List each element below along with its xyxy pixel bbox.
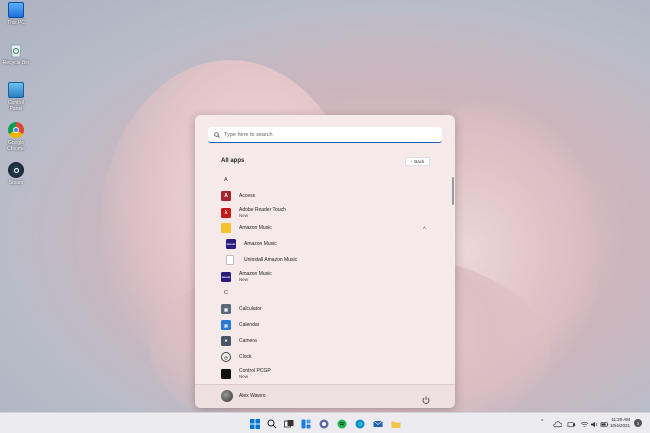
access-icon: A [221, 191, 231, 201]
document-icon [226, 255, 234, 265]
recycle-bin-icon [8, 42, 24, 58]
show-hidden-icons-button[interactable]: ^ [541, 419, 543, 425]
monitor-icon [8, 2, 24, 18]
letter-header-a[interactable]: A [224, 177, 228, 183]
cloud-icon [552, 420, 562, 427]
camera-icon [567, 421, 575, 427]
search-icon [267, 419, 277, 429]
app-list: A A Access λ Adobe Reader Touch New Amaz… [195, 115, 455, 408]
desktop-icon-this-pc[interactable]: This PC [2, 2, 30, 26]
app-name: Amazon Music [244, 241, 277, 247]
folder-icon [221, 223, 231, 233]
desktop-icon-control-panel[interactable]: Control Panel [2, 82, 30, 112]
spotify-icon [337, 419, 347, 429]
spotify-button[interactable] [336, 418, 348, 430]
app-item-amazon-music-new[interactable]: music Amazon Music New [221, 271, 272, 283]
chat-icon [319, 419, 329, 429]
file-explorer-button[interactable] [390, 418, 402, 430]
camera-icon: ● [221, 336, 231, 346]
app-name: Uninstall Amazon Music [244, 257, 298, 263]
mail-button[interactable] [372, 418, 384, 430]
app-name: Calendar [239, 322, 260, 328]
desktop-icon-label: Google Chrome [7, 140, 25, 152]
widgets-icon [301, 419, 311, 429]
calculator-icon: ▦ [221, 304, 231, 314]
control-pcgp-icon [221, 369, 231, 379]
power-icon [422, 396, 430, 404]
app-name: Amazon Music [239, 225, 272, 231]
app-name: Camera [239, 338, 257, 344]
widgets-button[interactable] [300, 418, 312, 430]
taskbar: ^ 11:20 AM 10/4/2021 3 [0, 412, 650, 433]
desktop-icon-google-chrome[interactable]: Google Chrome [2, 122, 30, 152]
clock-date: 10/4/2021 [610, 423, 631, 428]
app-name: Calculator [239, 306, 262, 312]
meet-now-button[interactable] [565, 418, 577, 430]
app-item-calendar[interactable]: ▤ Calendar [221, 320, 259, 330]
app-new-badge: New [239, 277, 249, 282]
start-menu-footer: Alex Wawro [195, 384, 455, 408]
taskbar-search-button[interactable] [266, 418, 278, 430]
task-view-icon [284, 420, 294, 428]
windows-logo-icon [250, 419, 260, 429]
mail-icon [373, 420, 383, 427]
task-view-button[interactable] [283, 418, 295, 430]
chrome-icon [8, 122, 24, 138]
desktop-icon-label: Steam [8, 180, 24, 186]
notification-badge[interactable]: 3 [634, 419, 642, 427]
control-panel-icon [8, 82, 24, 98]
start-menu: All apps ‹ Back A A Access λ Adobe Reade… [195, 115, 455, 408]
calendar-icon: ▤ [221, 320, 231, 330]
chevron-up-icon[interactable]: ^ [423, 227, 426, 233]
app-name: Clock [239, 354, 252, 360]
user-account-button[interactable]: Alex Wawro [221, 390, 266, 402]
chat-button[interactable] [318, 418, 330, 430]
app-name: Access [239, 193, 256, 199]
app-folder-amazon-music[interactable]: Amazon Music [221, 223, 272, 233]
app-item-camera[interactable]: ● Camera [221, 336, 257, 346]
power-button[interactable] [421, 392, 431, 404]
edge-button[interactable] [354, 418, 366, 430]
adobe-reader-icon: λ [221, 208, 231, 218]
folder-icon [391, 421, 401, 428]
steam-icon [8, 162, 24, 178]
onedrive-button[interactable] [551, 418, 563, 430]
app-new-badge: New [239, 374, 249, 379]
app-new-badge: New [239, 213, 249, 218]
app-item-control-pcgp[interactable]: Control PCGP New [221, 368, 271, 380]
edge-icon [355, 419, 365, 429]
amazon-music-icon: music [221, 272, 231, 282]
desktop-icon-steam[interactable]: Steam [2, 162, 30, 186]
app-item-access[interactable]: A Access [221, 191, 255, 201]
desktop-icon-recycle-bin[interactable]: Recycle Bin [2, 42, 30, 66]
clock-icon: ◷ [221, 352, 231, 362]
app-item-calculator[interactable]: ▦ Calculator [221, 304, 262, 314]
user-name: Alex Wawro [239, 393, 266, 399]
app-item-amazon-music[interactable]: music Amazon Music [226, 239, 277, 249]
letter-header-c[interactable]: C [224, 290, 228, 296]
desktop-icon-label: Recycle Bin [2, 60, 30, 66]
app-item-clock[interactable]: ◷ Clock [221, 352, 252, 362]
desktop-icon-label: Control Panel [7, 100, 25, 112]
app-item-uninstall-amazon-music[interactable]: Uninstall Amazon Music [226, 255, 297, 265]
amazon-music-icon: music [226, 239, 236, 249]
avatar [221, 390, 233, 402]
battery-button[interactable] [598, 418, 610, 430]
desktop-icon-label: This PC [7, 20, 25, 26]
taskbar-clock[interactable]: 11:20 AM 10/4/2021 [610, 417, 630, 429]
start-button[interactable] [249, 418, 261, 430]
battery-icon [600, 421, 608, 427]
scrollbar[interactable] [452, 177, 454, 205]
app-item-adobe-reader-touch[interactable]: λ Adobe Reader Touch New [221, 207, 286, 219]
